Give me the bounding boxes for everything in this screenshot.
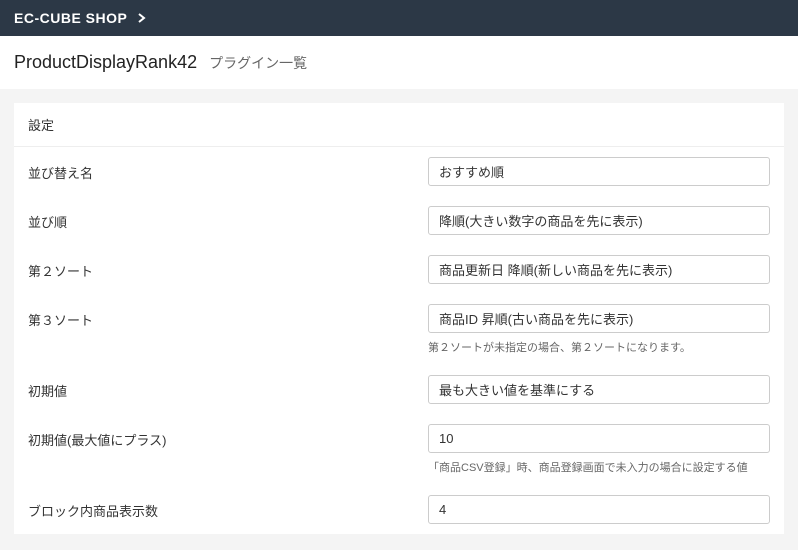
form-row-second-sort: 第２ソート: [14, 245, 784, 294]
panel-heading: 設定: [14, 103, 784, 147]
label-sort-name: 並び替え名: [28, 157, 428, 182]
form-row-block-count: ブロック内商品表示数: [14, 485, 784, 534]
label-block-count: ブロック内商品表示数: [28, 495, 428, 520]
form-row-third-sort: 第３ソート 第２ソートが未指定の場合、第２ソートになります。: [14, 294, 784, 365]
chevron-right-icon[interactable]: [137, 13, 147, 23]
input-sort-order[interactable]: [428, 206, 770, 235]
page-subtitle: プラグイン一覧: [209, 53, 307, 73]
app-header: EC-CUBE SHOP: [0, 0, 798, 36]
input-third-sort[interactable]: [428, 304, 770, 333]
input-second-sort[interactable]: [428, 255, 770, 284]
label-third-sort: 第３ソート: [28, 304, 428, 329]
label-second-sort: 第２ソート: [28, 255, 428, 280]
help-initial-plus: 「商品CSV登録」時、商品登録画面で未入力の場合に設定する値: [428, 459, 770, 475]
form-row-initial-value: 初期値: [14, 365, 784, 414]
page-title: ProductDisplayRank42: [14, 52, 197, 73]
label-initial-plus: 初期値(最大値にプラス): [28, 424, 428, 449]
input-block-count[interactable]: [428, 495, 770, 524]
input-initial-plus[interactable]: [428, 424, 770, 453]
page-title-bar: ProductDisplayRank42 プラグイン一覧: [0, 36, 798, 89]
input-sort-name[interactable]: [428, 157, 770, 186]
settings-panel: 設定 並び替え名 並び順 第２ソート 第３ソート 第２ソートが未指定の場合、第２…: [14, 103, 784, 534]
shop-name: EC-CUBE SHOP: [14, 10, 127, 26]
form-row-sort-name: 並び替え名: [14, 147, 784, 196]
label-initial-value: 初期値: [28, 375, 428, 400]
form-row-initial-plus: 初期値(最大値にプラス) 「商品CSV登録」時、商品登録画面で未入力の場合に設定…: [14, 414, 784, 485]
form-row-sort-order: 並び順: [14, 196, 784, 245]
input-initial-value[interactable]: [428, 375, 770, 404]
content-area: 設定 並び替え名 並び順 第２ソート 第３ソート 第２ソートが未指定の場合、第２…: [0, 89, 798, 548]
help-third-sort: 第２ソートが未指定の場合、第２ソートになります。: [428, 339, 770, 355]
label-sort-order: 並び順: [28, 206, 428, 231]
